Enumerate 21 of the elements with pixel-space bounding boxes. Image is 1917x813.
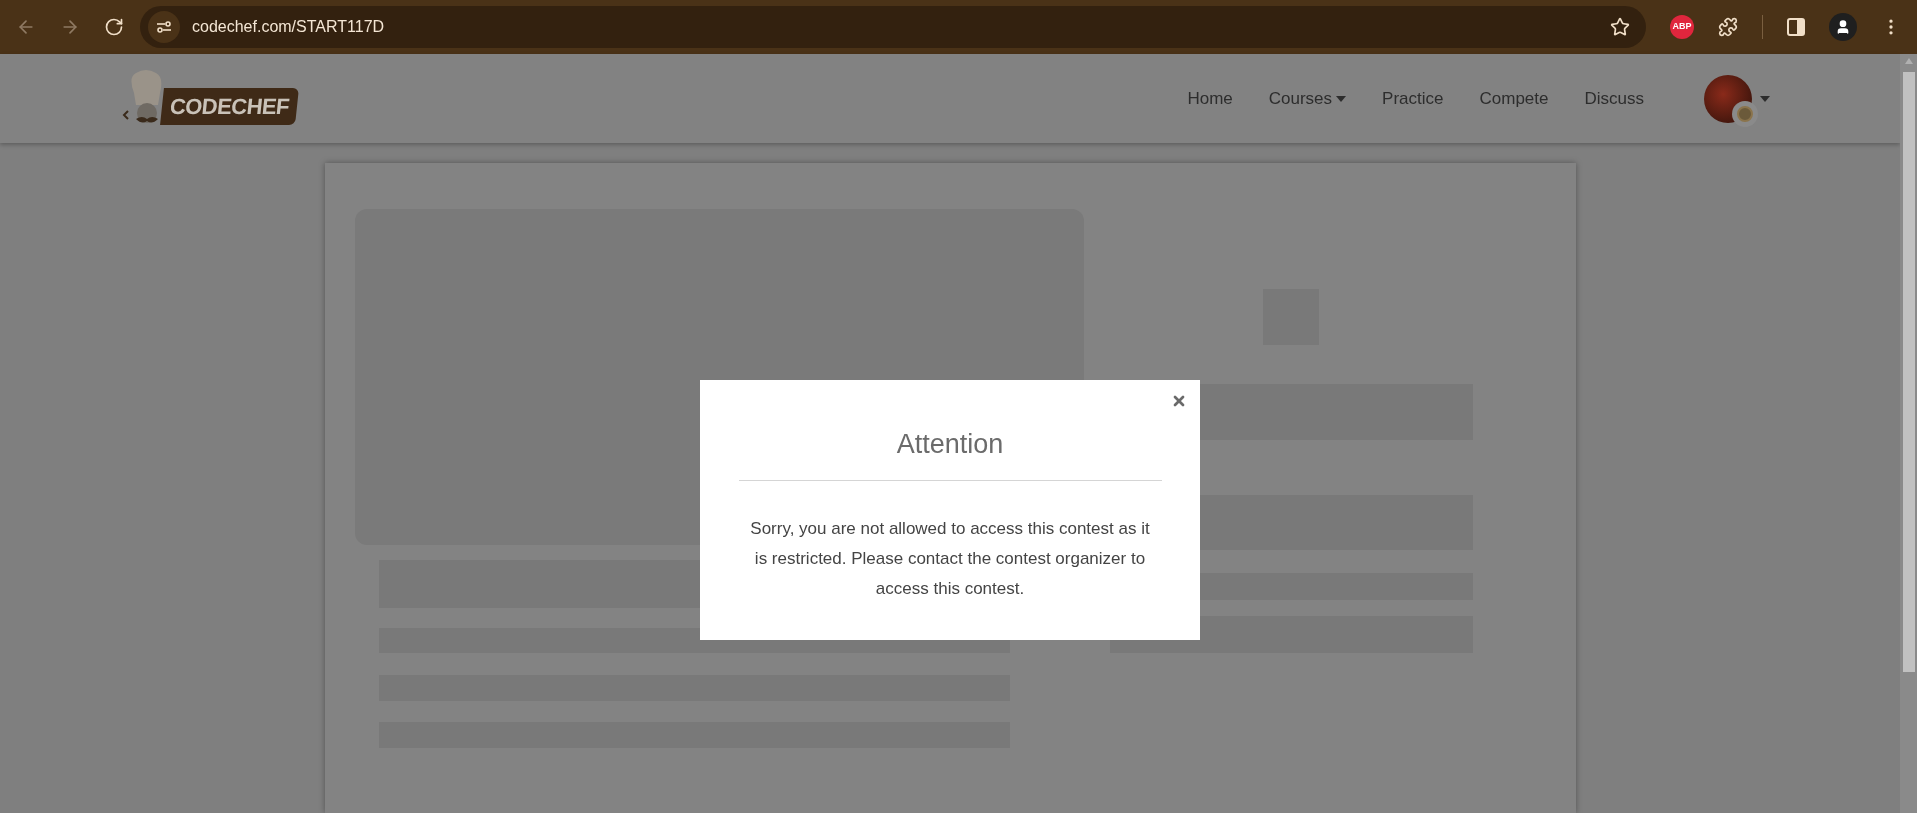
bookmark-star-icon[interactable] [1610, 17, 1630, 37]
caret-icon [1760, 95, 1770, 102]
logo-wordmark: CODECHEF [160, 87, 299, 125]
extensions-icon[interactable] [1718, 17, 1738, 37]
nav-link[interactable]: Home [1187, 85, 1233, 112]
caret-icon [1336, 95, 1347, 102]
url-text: codechef.com/START117D [192, 17, 386, 37]
scrollbar[interactable] [1900, 54, 1917, 813]
nav-link[interactable]: Compete [1479, 85, 1549, 112]
adblock-extension-icon[interactable]: ABP [1670, 15, 1694, 39]
reload-icon[interactable] [104, 17, 124, 37]
nav-link[interactable]: Discuss [1584, 85, 1644, 112]
logo[interactable]: CODECHEF [122, 68, 298, 129]
address-bar[interactable]: codechef.com/START117D [140, 6, 1646, 48]
dialog-message: Sorry, you are not allowed to access this contest as it is restricted. Please contact the contest organizer to access this contest. [749, 517, 1151, 600]
nav-dropdown[interactable]: Courses [1268, 85, 1347, 112]
profile-icon[interactable] [1829, 13, 1857, 41]
nav-link[interactable]: Practice [1382, 85, 1444, 112]
side-panel-icon[interactable] [1787, 18, 1805, 36]
site-settings-icon[interactable] [148, 11, 180, 43]
dialog-title: Attention [896, 428, 1004, 461]
